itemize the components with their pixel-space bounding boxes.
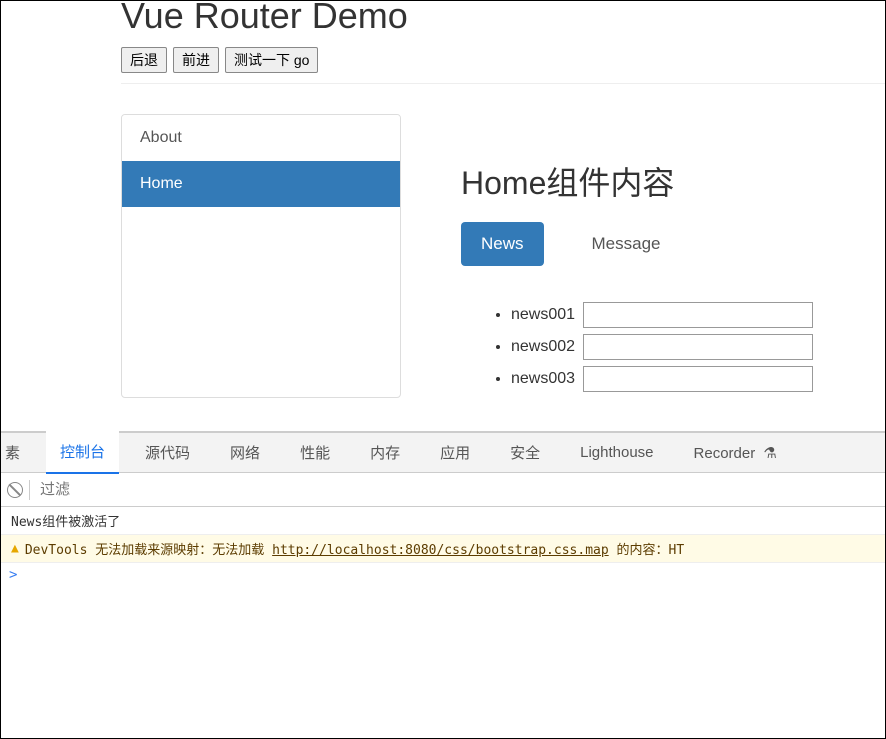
list-item: news003 — [511, 366, 885, 392]
sidebar: About Home — [121, 114, 401, 398]
page-title: Vue Router Demo — [121, 1, 885, 37]
divider — [29, 480, 30, 500]
console-warn-line: ▲ DevTools 无法加载来源映射：无法加载 http://localhos… — [1, 535, 885, 563]
news-input[interactable] — [583, 302, 813, 328]
flask-icon: ⚗ — [763, 444, 776, 462]
news-item-label: news001 — [511, 306, 575, 324]
content-title: Home组件内容 — [461, 158, 885, 204]
warning-icon: ▲ — [11, 541, 19, 556]
devtools-tab-network[interactable]: 网络 — [216, 432, 274, 473]
news-item-label: news002 — [511, 338, 575, 356]
news-item-label: news003 — [511, 370, 575, 388]
devtools-tab-recorder[interactable]: Recorder ⚗ — [680, 434, 791, 472]
back-button[interactable]: 后退 — [121, 47, 167, 73]
devtools-tab-security[interactable]: 安全 — [496, 432, 554, 473]
devtools-tab-lighthouse[interactable]: Lighthouse — [566, 434, 667, 471]
list-item: news002 — [511, 334, 885, 360]
devtools-tab-console[interactable]: 控制台 — [46, 431, 119, 474]
news-input[interactable] — [583, 366, 813, 392]
clear-console-icon[interactable] — [7, 482, 23, 498]
tab-message[interactable]: Message — [572, 222, 681, 266]
devtools-tab-application[interactable]: 应用 — [426, 432, 484, 473]
console-link[interactable]: http://localhost:8080/css/bootstrap.css.… — [272, 543, 609, 558]
console-filter-input[interactable] — [36, 477, 879, 502]
news-list: news001 news002 news003 — [461, 302, 885, 392]
test-go-button[interactable]: 测试一下 go — [225, 47, 318, 73]
forward-button[interactable]: 前进 — [173, 47, 219, 73]
devtools-tab-sources[interactable]: 源代码 — [131, 432, 204, 473]
content-tabs: News Message — [461, 222, 885, 266]
devtools-tab-memory[interactable]: 内存 — [356, 432, 414, 473]
devtools-tab-elements[interactable]: 素 — [1, 432, 34, 473]
history-button-row: 后退 前进 测试一下 go — [121, 47, 885, 73]
devtools-panel: 素 控制台 源代码 网络 性能 内存 应用 安全 Lighthouse Reco… — [1, 431, 885, 738]
tab-news[interactable]: News — [461, 222, 544, 266]
content-area: Home组件内容 News Message news001 news002 — [461, 114, 885, 398]
sidebar-item-home[interactable]: Home — [122, 161, 400, 207]
console-log-line: News组件被激活了 — [1, 507, 885, 535]
list-item: news001 — [511, 302, 885, 328]
console-filter-row — [1, 473, 885, 507]
news-input[interactable] — [583, 334, 813, 360]
sidebar-item-about[interactable]: About — [122, 115, 400, 161]
console-body: News组件被激活了 ▲ DevTools 无法加载来源映射：无法加载 http… — [1, 507, 885, 587]
devtools-tabs: 素 控制台 源代码 网络 性能 内存 应用 安全 Lighthouse Reco… — [1, 433, 885, 473]
devtools-tab-performance[interactable]: 性能 — [286, 432, 344, 473]
console-prompt[interactable]: > — [1, 563, 885, 587]
divider — [121, 83, 885, 84]
